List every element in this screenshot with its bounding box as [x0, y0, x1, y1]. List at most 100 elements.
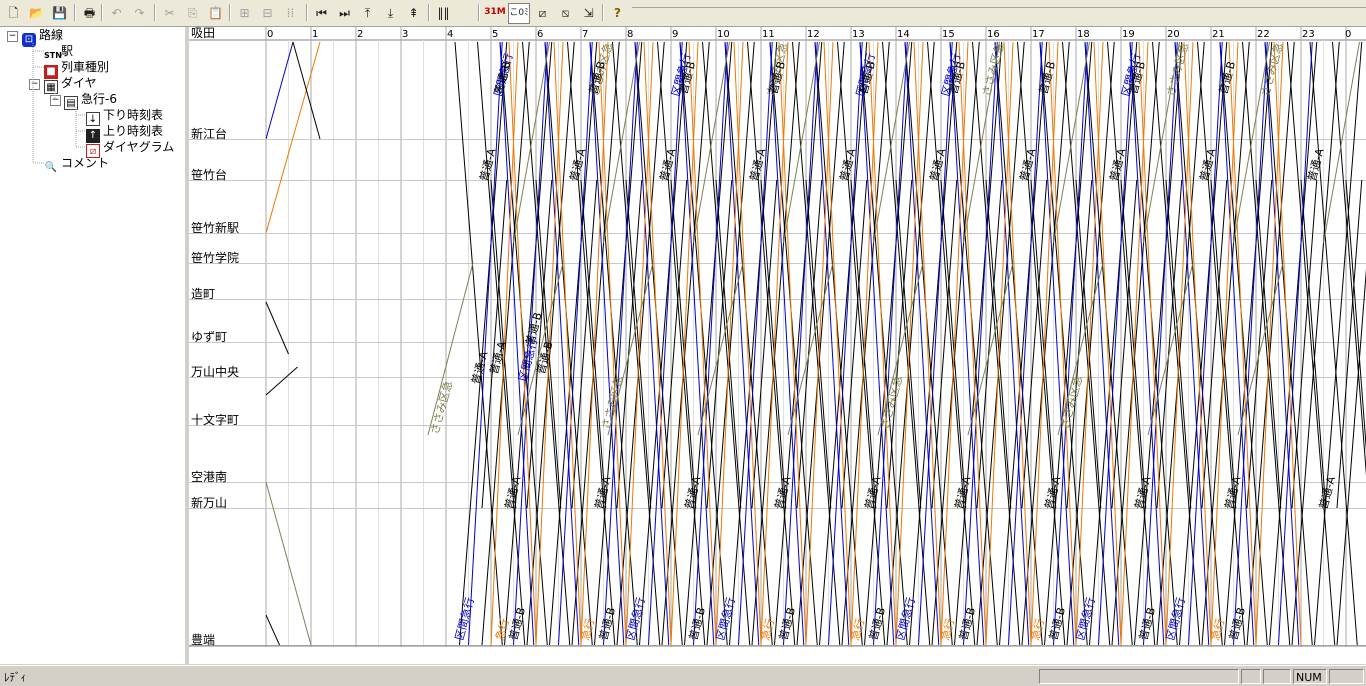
train-name-icon[interactable]: こ0ﾐ — [508, 3, 530, 24]
time-scale-icon[interactable]: 31M — [484, 3, 506, 22]
tree-item-train-types-label: 列車種別 — [61, 60, 109, 74]
station-label: 豊端 — [191, 633, 215, 647]
new-file-icon[interactable]: 🗋 — [4, 3, 23, 22]
section-express-line — [739, 42, 773, 645]
section-express-line — [1040, 42, 1074, 645]
local-train-line — [1018, 42, 1065, 645]
train-label-bottom: 普通-B — [776, 606, 798, 642]
tree-item-dia-name[interactable]: ▤急行-6 — [64, 91, 117, 107]
local-train-line — [1337, 42, 1366, 645]
train-numbers-icon[interactable]: ⁞⁞ — [281, 3, 300, 22]
local-train-line — [910, 42, 957, 645]
expand-dia-name-icon[interactable]: − — [50, 95, 61, 106]
toolbar-band — [632, 7, 1366, 22]
tree-item-dia[interactable]: ▦ダイヤ — [44, 75, 97, 91]
status-pane-2 — [1241, 669, 1261, 684]
tree-item-diagram-label: ダイヤグラム — [103, 140, 174, 154]
tree-item-up-table-label: 上り時刻表 — [103, 124, 163, 138]
train-label: ささみ区急 — [1163, 41, 1191, 98]
align-icon[interactable]: ⇞ — [404, 3, 423, 22]
station-label: 空港南 — [191, 469, 227, 484]
insert-train-icon[interactable]: ⊞ — [235, 3, 254, 22]
local-train-line — [865, 42, 912, 645]
train-label-sasami: ささみ区急 — [598, 374, 626, 431]
diagram-shift-icon[interactable]: ⇲ — [579, 3, 598, 22]
last-icon[interactable]: ⏭ — [335, 3, 354, 22]
save-icon[interactable]: 💾 — [50, 3, 69, 22]
local-train-line — [1225, 42, 1272, 645]
cut-icon[interactable]: ✂ — [160, 3, 179, 22]
section-express-line — [919, 42, 953, 645]
comment-icon: 🔍 — [44, 161, 58, 175]
hour-label: 13 — [852, 29, 865, 40]
local-train-line — [1180, 42, 1227, 645]
expand-route-icon[interactable]: − — [7, 31, 18, 42]
vertical-lines-icon[interactable]: ‖‖ — [434, 3, 453, 22]
early-train-line — [266, 42, 320, 233]
hour-label: 2 — [357, 29, 363, 40]
section-express-line — [1085, 42, 1119, 645]
train-diagram[interactable]: 区間急行区間急行区間急行区間急行区間急行ささみ区急ささみ区急ささみ区急ささみ区急… — [189, 27, 1366, 664]
train-label-bottom: 普通-B — [1136, 606, 1158, 642]
train-label-bottom: 区間急行 — [1073, 596, 1098, 642]
tree-item-comment[interactable]: 🔍コメント — [44, 155, 109, 171]
bottom-icon[interactable]: ⤓ — [381, 3, 400, 22]
local-train-line — [1270, 42, 1317, 645]
open-folder-icon[interactable]: 📂 — [27, 3, 46, 22]
train-label-local-a: 普通-A — [591, 474, 613, 510]
tree-item-up-table[interactable]: ↑上り時刻表 — [86, 123, 163, 139]
local-train-line — [568, 42, 615, 645]
local-train-line — [730, 42, 777, 645]
train-label-local-a: 普通-A — [1221, 474, 1243, 510]
copy-icon[interactable]: ⎘ — [183, 3, 202, 22]
route-tree[interactable]: − ⊡路線 STN駅 ■列車種別 − ▦ダイヤ − ▤急行-6 ↓下り時刻表 ↑… — [0, 27, 186, 664]
local-train-line — [658, 42, 705, 645]
tree-item-down-table[interactable]: ↓下り時刻表 — [86, 107, 163, 123]
station-label: 新江台 — [191, 126, 227, 141]
station-label: 笹竹新駅 — [191, 220, 239, 235]
tree-item-station-label: 駅 — [61, 44, 73, 58]
help-icon[interactable]: ? — [608, 3, 627, 22]
local-train-line — [820, 42, 867, 645]
paste-icon[interactable]: 📋 — [206, 3, 225, 22]
undo-icon[interactable]: ↶ — [107, 3, 126, 22]
top-icon[interactable]: ⤒ — [358, 3, 377, 22]
expand-dia-icon[interactable]: − — [29, 79, 40, 90]
section-express-line — [950, 42, 984, 645]
local-train-line — [928, 42, 975, 645]
local-train-line — [1063, 42, 1110, 645]
local-train-line — [1153, 42, 1200, 645]
train-label-local-b: 普通-B — [522, 311, 544, 347]
section-express-line — [860, 42, 894, 645]
train-label-local-a: 普通-A — [468, 349, 490, 385]
station-label: 万山中央 — [191, 364, 239, 379]
first-icon[interactable]: ⏮ — [312, 3, 331, 22]
tree-item-route[interactable]: ⊡路線 — [22, 27, 63, 43]
tree-item-train-types[interactable]: ■列車種別 — [44, 59, 109, 75]
section-express-line — [1009, 42, 1043, 645]
timetable-icon: ▤ — [64, 96, 78, 110]
tree-item-route-label: 路線 — [39, 28, 63, 42]
tree-item-dia-label: ダイヤ — [61, 76, 97, 90]
local-train-line — [550, 42, 597, 645]
local-train-line — [1265, 42, 1312, 645]
diagram-lines-2-icon[interactable]: ⧅ — [556, 3, 575, 22]
tree-item-station[interactable]: STN駅 — [44, 43, 73, 59]
print-icon[interactable]: 🖶 — [80, 3, 99, 22]
tree-item-diagram[interactable]: ⧄ダイヤグラム — [86, 139, 174, 155]
section-express-line — [725, 42, 759, 645]
local-train-line — [1243, 42, 1290, 645]
train-icon: ⊡ — [22, 33, 36, 47]
status-ready: ﾚﾃﾞｨ — [4, 669, 26, 685]
redo-icon[interactable]: ↷ — [130, 3, 149, 22]
toolbar: 🗋📂💾 🖶 ↶↷ ✂⎘📋 ⊞⊟⁞⁞ ⏮⏭⤒⤓⇞ ‖‖ 31Mこ0ﾐ⧄⧅⇲? — [0, 0, 1366, 27]
local-train-line — [613, 42, 660, 645]
diagram-lines-icon[interactable]: ⧄ — [533, 3, 552, 22]
toolbar-separator — [602, 4, 604, 21]
insert-train-right-icon[interactable]: ⊟ — [258, 3, 277, 22]
section-express-line — [995, 42, 1029, 645]
section-express-line — [1189, 42, 1223, 645]
local-train-line — [1045, 42, 1092, 645]
train-label-bottom: 普通-B — [1046, 606, 1068, 642]
hour-label: 18 — [1077, 29, 1090, 40]
